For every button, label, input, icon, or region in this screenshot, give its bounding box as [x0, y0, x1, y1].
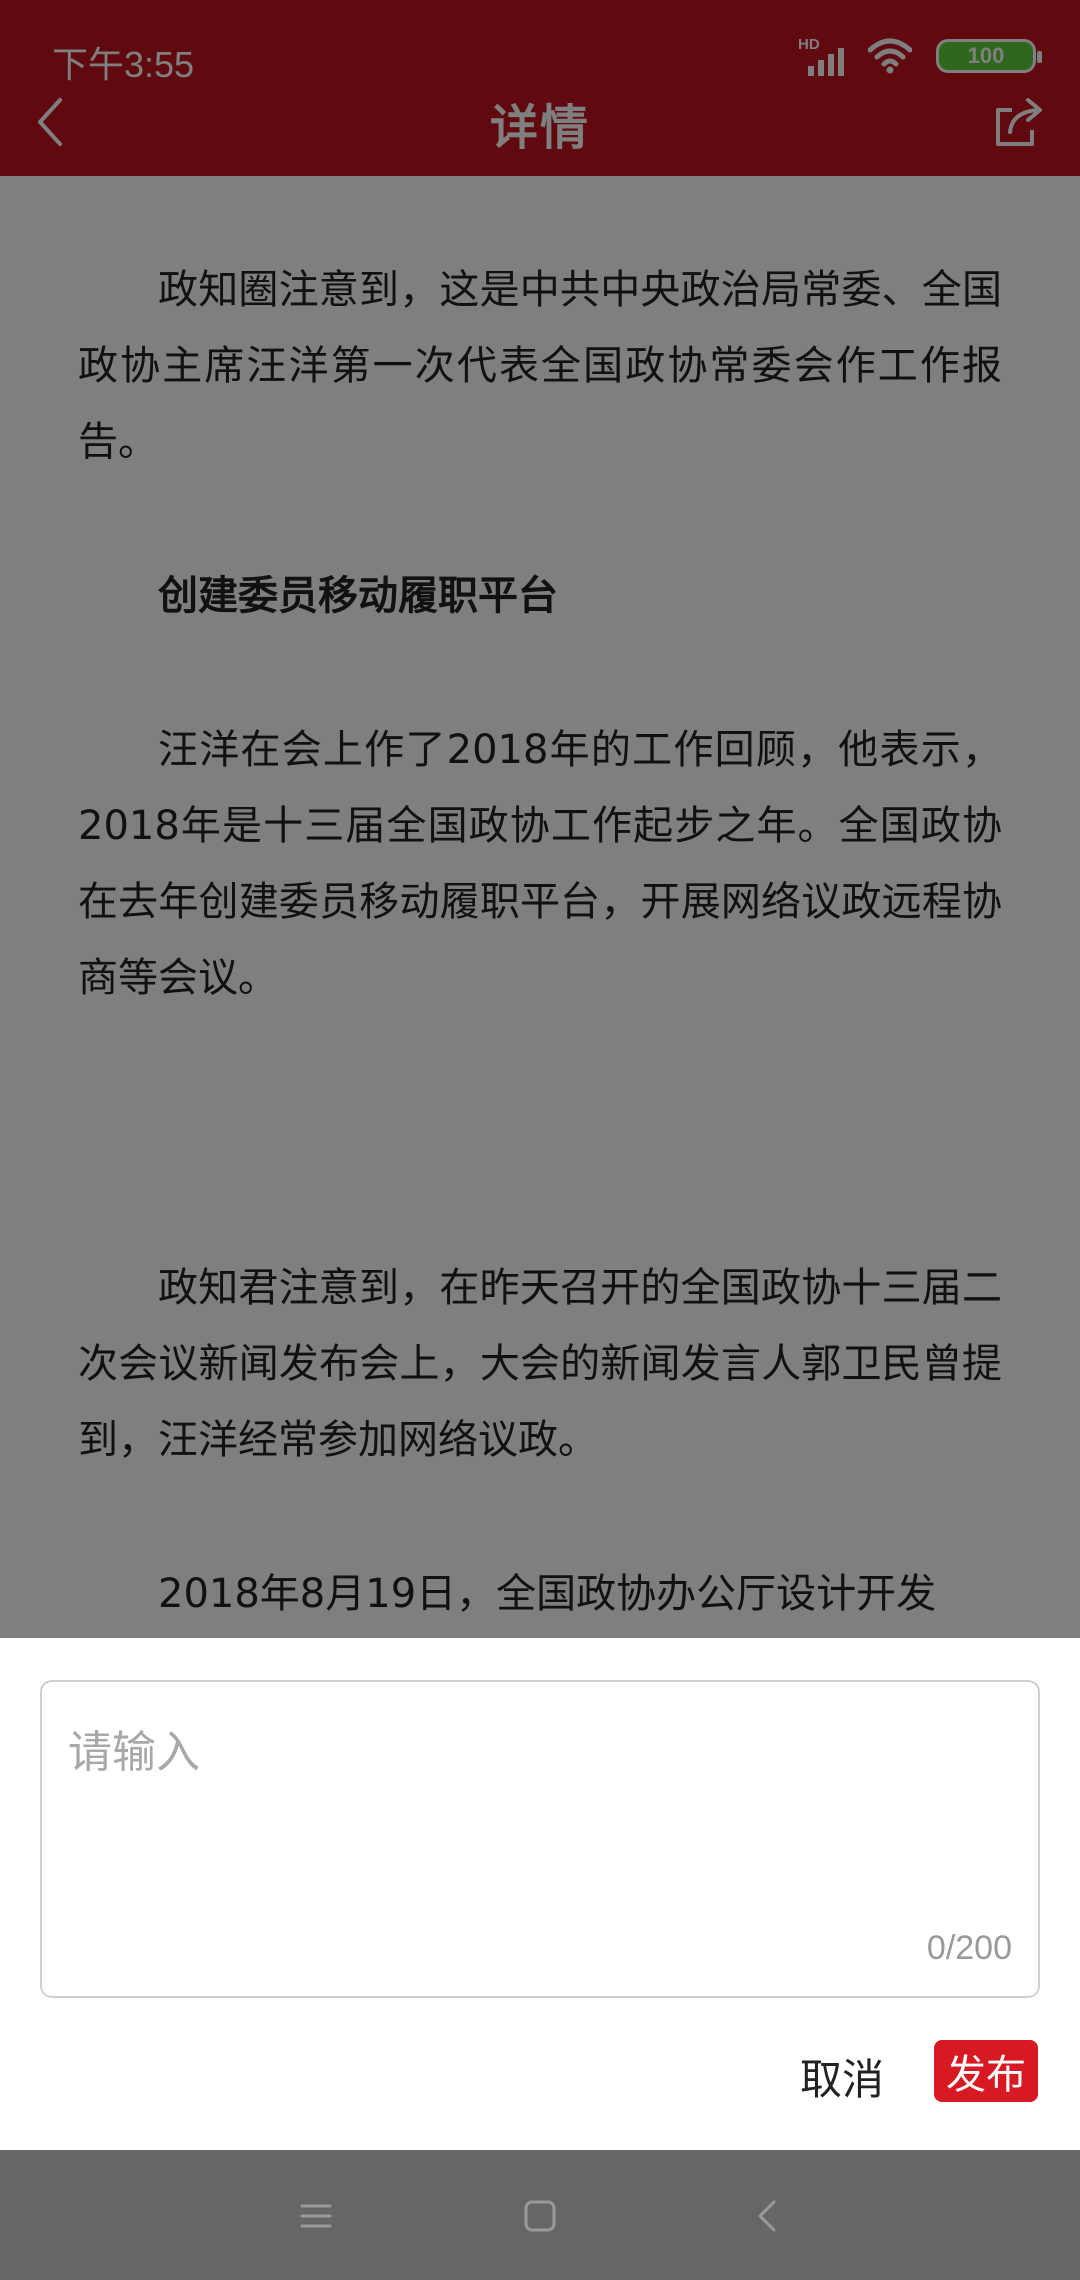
- publish-button[interactable]: 发布: [934, 2040, 1038, 2102]
- menu-icon[interactable]: [294, 2194, 338, 2238]
- comment-sheet: 0/200 取消 发布: [0, 1638, 1080, 2150]
- back-nav-icon[interactable]: [746, 2194, 790, 2238]
- system-nav-bar: [0, 2150, 1080, 2280]
- home-icon[interactable]: [518, 2194, 562, 2238]
- char-counter: 0/200: [926, 1929, 1012, 1967]
- cancel-button[interactable]: 取消: [800, 2046, 884, 2107]
- comment-input[interactable]: [42, 1682, 1038, 1996]
- comment-input-box: 0/200: [40, 1680, 1040, 1998]
